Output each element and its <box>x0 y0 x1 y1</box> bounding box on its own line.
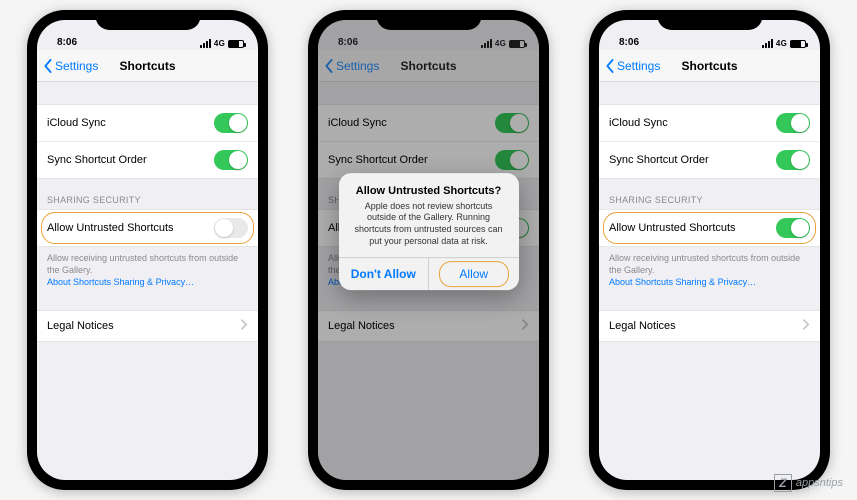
row-label: iCloud Sync <box>609 117 668 129</box>
battery-icon <box>790 40 806 48</box>
watermark: appsntips <box>774 474 843 492</box>
privacy-link[interactable]: About Shortcuts Sharing & Privacy… <box>609 277 756 287</box>
row-legal-notices[interactable]: Legal Notices <box>37 311 258 341</box>
group-security: Allow Untrusted Shortcuts <box>599 209 820 247</box>
screen: 8:06 4G Settings Shortcuts iCloud Sync <box>37 20 258 480</box>
row-label: Sync Shortcut Order <box>47 154 147 166</box>
phone-1: 8:06 4G Settings Shortcuts iCloud Sync <box>27 10 268 490</box>
page-title: Shortcuts <box>119 59 175 73</box>
watermark-logo-icon <box>774 474 792 492</box>
back-button[interactable]: Settings <box>43 59 119 73</box>
alert-message: Apple does not review shortcuts outside … <box>351 201 507 248</box>
status-network: 4G <box>214 39 225 48</box>
notch <box>95 10 200 30</box>
phone-3: 8:06 4G Settings Shortcuts iCloud Sync <box>589 10 830 490</box>
toggle-allow-untrusted[interactable] <box>776 218 810 238</box>
nav-bar: Settings Shortcuts <box>599 50 820 82</box>
group-legal: Legal Notices <box>599 310 820 342</box>
chevron-left-icon <box>43 59 53 73</box>
toggle-sync-order[interactable] <box>214 150 248 170</box>
back-label: Settings <box>55 59 98 73</box>
group-security: Allow Untrusted Shortcuts <box>37 209 258 247</box>
row-icloud-sync: iCloud Sync <box>37 105 258 142</box>
status-right: 4G <box>200 39 244 48</box>
row-label: iCloud Sync <box>47 117 106 129</box>
signal-icon <box>200 39 211 48</box>
status-time: 8:06 <box>619 37 639 48</box>
notch <box>657 10 762 30</box>
group-sync: iCloud Sync Sync Shortcut Order <box>599 104 820 179</box>
alert-allow-button[interactable]: Allow <box>429 258 519 290</box>
status-time: 8:06 <box>57 37 77 48</box>
screen: 8:06 4G Settings Shortcuts iCloud Sync <box>599 20 820 480</box>
row-label: Allow Untrusted Shortcuts <box>609 222 736 234</box>
chevron-right-icon <box>241 319 248 333</box>
chevron-right-icon <box>803 319 810 333</box>
screen: 8:06 4G Settings Shortcuts iCloud Sync <box>318 20 539 480</box>
toggle-icloud-sync[interactable] <box>214 113 248 133</box>
group-legal: Legal Notices <box>37 310 258 342</box>
row-label: Sync Shortcut Order <box>609 154 709 166</box>
back-label: Settings <box>617 59 660 73</box>
settings-content: iCloud Sync Sync Shortcut Order SHARING … <box>599 104 820 342</box>
alert-dont-allow-button[interactable]: Don't Allow <box>339 258 430 290</box>
notch <box>376 10 481 30</box>
row-legal-notices[interactable]: Legal Notices <box>599 311 820 341</box>
row-allow-untrusted: Allow Untrusted Shortcuts <box>599 210 820 246</box>
page-title: Shortcuts <box>681 59 737 73</box>
chevron-left-icon <box>605 59 615 73</box>
footer-text: Allow receiving untrusted shortcuts from… <box>47 253 238 275</box>
row-label: Legal Notices <box>609 320 676 332</box>
toggle-allow-untrusted[interactable] <box>214 218 248 238</box>
back-button[interactable]: Settings <box>605 59 681 73</box>
section-header-security: SHARING SECURITY <box>599 179 820 209</box>
section-header-security: SHARING SECURITY <box>37 179 258 209</box>
footer-text: Allow receiving untrusted shortcuts from… <box>609 253 800 275</box>
status-right: 4G <box>762 39 806 48</box>
phone-2: 8:06 4G Settings Shortcuts iCloud Sync <box>308 10 549 490</box>
settings-content: iCloud Sync Sync Shortcut Order SHARING … <box>37 104 258 342</box>
toggle-icloud-sync[interactable] <box>776 113 810 133</box>
footer-note: Allow receiving untrusted shortcuts from… <box>37 247 258 288</box>
nav-bar: Settings Shortcuts <box>37 50 258 82</box>
signal-icon <box>762 39 773 48</box>
privacy-link[interactable]: About Shortcuts Sharing & Privacy… <box>47 277 194 287</box>
row-label: Allow Untrusted Shortcuts <box>47 222 174 234</box>
status-network: 4G <box>776 39 787 48</box>
row-sync-order: Sync Shortcut Order <box>599 142 820 178</box>
row-label: Legal Notices <box>47 320 114 332</box>
group-sync: iCloud Sync Sync Shortcut Order <box>37 104 258 179</box>
toggle-sync-order[interactable] <box>776 150 810 170</box>
footer-note: Allow receiving untrusted shortcuts from… <box>599 247 820 288</box>
watermark-text: appsntips <box>796 477 843 489</box>
alert-title: Allow Untrusted Shortcuts? <box>351 185 507 197</box>
alert-dialog: Allow Untrusted Shortcuts? Apple does no… <box>339 173 519 291</box>
row-allow-untrusted: Allow Untrusted Shortcuts <box>37 210 258 246</box>
row-sync-order: Sync Shortcut Order <box>37 142 258 178</box>
battery-icon <box>228 40 244 48</box>
row-icloud-sync: iCloud Sync <box>599 105 820 142</box>
